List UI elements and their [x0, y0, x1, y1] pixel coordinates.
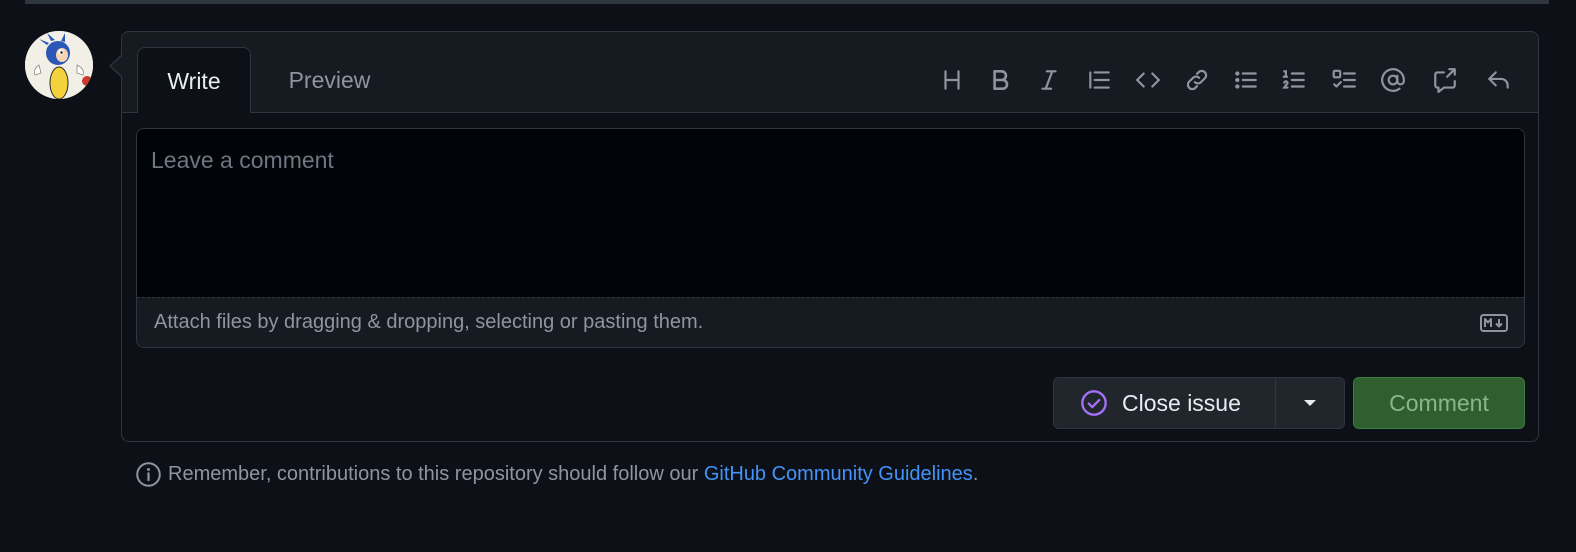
quote-icon[interactable]: [1084, 65, 1114, 95]
mention-icon[interactable]: [1378, 65, 1408, 95]
ordered-list-icon[interactable]: [1279, 65, 1309, 95]
avatar[interactable]: [25, 31, 93, 99]
close-issue-label: Close issue: [1122, 389, 1241, 416]
link-icon[interactable]: [1182, 65, 1212, 95]
editor-header: Write Preview: [122, 32, 1538, 113]
timeline-divider: [25, 0, 1549, 4]
reference-icon[interactable]: [1430, 65, 1460, 95]
comment-editor: Attach files by dragging & dropping, sel…: [136, 128, 1525, 348]
unordered-list-icon[interactable]: [1231, 65, 1261, 95]
markdown-icon[interactable]: [1480, 314, 1508, 332]
check-circle-icon: [1081, 390, 1107, 416]
attach-files-bar[interactable]: Attach files by dragging & dropping, sel…: [137, 297, 1524, 347]
tab-write[interactable]: Write: [137, 47, 251, 113]
code-icon[interactable]: [1133, 65, 1163, 95]
info-icon: [136, 461, 161, 487]
comment-textarea[interactable]: [137, 129, 1524, 297]
bold-icon[interactable]: [985, 65, 1015, 95]
heading-icon[interactable]: [937, 65, 967, 95]
close-issue-button[interactable]: Close issue: [1054, 378, 1276, 428]
guidelines-prefix: Remember, contributions to this reposito…: [168, 462, 704, 485]
comment-form: Write Preview Leave a comment Attach fil…: [121, 31, 1539, 442]
comment-button[interactable]: Comment: [1353, 377, 1525, 429]
task-list-icon[interactable]: [1329, 65, 1359, 95]
tab-preview[interactable]: Preview: [262, 47, 397, 113]
community-guidelines-link[interactable]: GitHub Community Guidelines: [704, 463, 973, 486]
reply-icon[interactable]: [1484, 65, 1514, 95]
comment-caret-fill: [111, 56, 122, 76]
close-options-dropdown[interactable]: [1276, 378, 1344, 428]
italic-icon[interactable]: [1034, 65, 1064, 95]
avatar-image: [25, 31, 93, 99]
guidelines-note: Remember, contributions to this reposito…: [135, 460, 978, 488]
close-issue-split-button: Close issue: [1053, 377, 1345, 429]
guidelines-suffix: .: [972, 462, 979, 485]
attach-files-text: Attach files by dragging & dropping, sel…: [154, 311, 704, 333]
triangle-down-icon: [1304, 400, 1316, 406]
